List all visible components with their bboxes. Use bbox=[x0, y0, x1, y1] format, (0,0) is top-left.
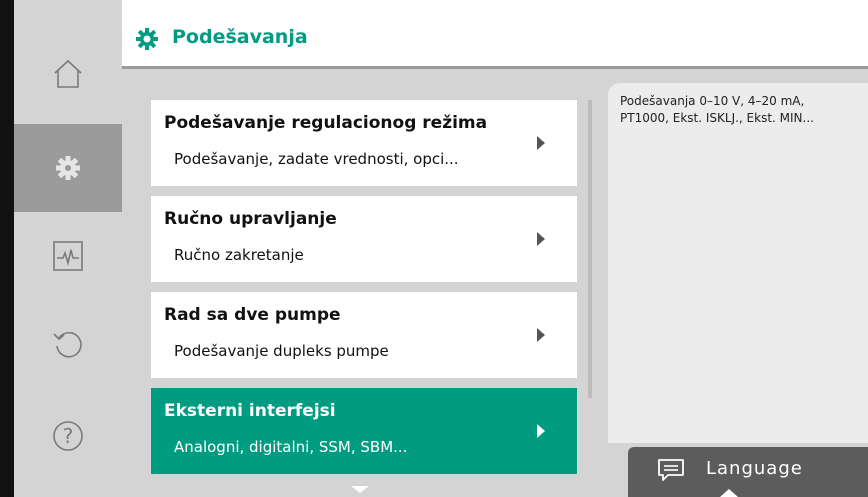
menu-item-control-mode[interactable]: Podešavanje regulacionog režima Podešava… bbox=[151, 100, 577, 186]
info-text: Podešavanja 0–10 V, 4–20 mA, PT1000, Eks… bbox=[620, 94, 814, 125]
menu-item-title: Ručno upravljanje bbox=[164, 209, 337, 229]
language-label: Language bbox=[706, 458, 803, 479]
gear-icon bbox=[136, 28, 158, 50]
help-icon: ? bbox=[53, 421, 83, 451]
sidebar-item-settings[interactable] bbox=[14, 124, 122, 212]
page-title: Podešavanja bbox=[172, 26, 308, 48]
menu-item-subtitle: Podešavanje dupleks pumpe bbox=[174, 342, 389, 360]
chevron-right-icon bbox=[537, 136, 545, 150]
language-button[interactable]: Language bbox=[628, 447, 868, 497]
menu-item-dual-pump[interactable]: Rad sa dve pumpe Podešavanje dupleks pum… bbox=[151, 292, 577, 378]
sidebar-item-home[interactable] bbox=[14, 30, 122, 118]
gear-icon bbox=[56, 156, 80, 180]
restore-icon bbox=[53, 331, 82, 358]
language-notch bbox=[720, 489, 738, 497]
scrollbar[interactable] bbox=[588, 100, 592, 398]
chat-icon bbox=[658, 459, 684, 481]
menu-item-subtitle: Podešavanje, zadate vrednosti, opci... bbox=[174, 150, 459, 168]
menu-item-manual-control[interactable]: Ručno upravljanje Ručno zakretanje bbox=[151, 196, 577, 282]
sidebar-item-restore[interactable] bbox=[14, 300, 122, 388]
menu-item-subtitle: Analogni, digitalni, SSM, SBM... bbox=[174, 438, 408, 456]
device-frame bbox=[0, 0, 14, 497]
pulse-icon bbox=[53, 241, 83, 271]
info-panel: Podešavanja 0–10 V, 4–20 mA, PT1000, Eks… bbox=[608, 83, 868, 443]
scroll-down-indicator bbox=[351, 486, 369, 493]
svg-text:?: ? bbox=[63, 424, 74, 448]
sidebar-item-help[interactable]: ? bbox=[14, 392, 122, 480]
menu-item-title: Podešavanje regulacionog režima bbox=[164, 113, 488, 133]
chevron-right-icon bbox=[537, 232, 545, 246]
home-icon bbox=[54, 59, 82, 88]
menu-item-subtitle: Ručno zakretanje bbox=[174, 246, 304, 264]
chevron-right-icon bbox=[537, 424, 545, 438]
menu-item-external-interfaces[interactable]: Eksterni interfejsi Analogni, digitalni,… bbox=[151, 388, 577, 474]
sidebar-item-diagnostics[interactable] bbox=[14, 212, 122, 300]
menu-item-title: Eksterni interfejsi bbox=[164, 401, 336, 421]
menu-item-title: Rad sa dve pumpe bbox=[164, 305, 341, 325]
chevron-right-icon bbox=[537, 328, 545, 342]
